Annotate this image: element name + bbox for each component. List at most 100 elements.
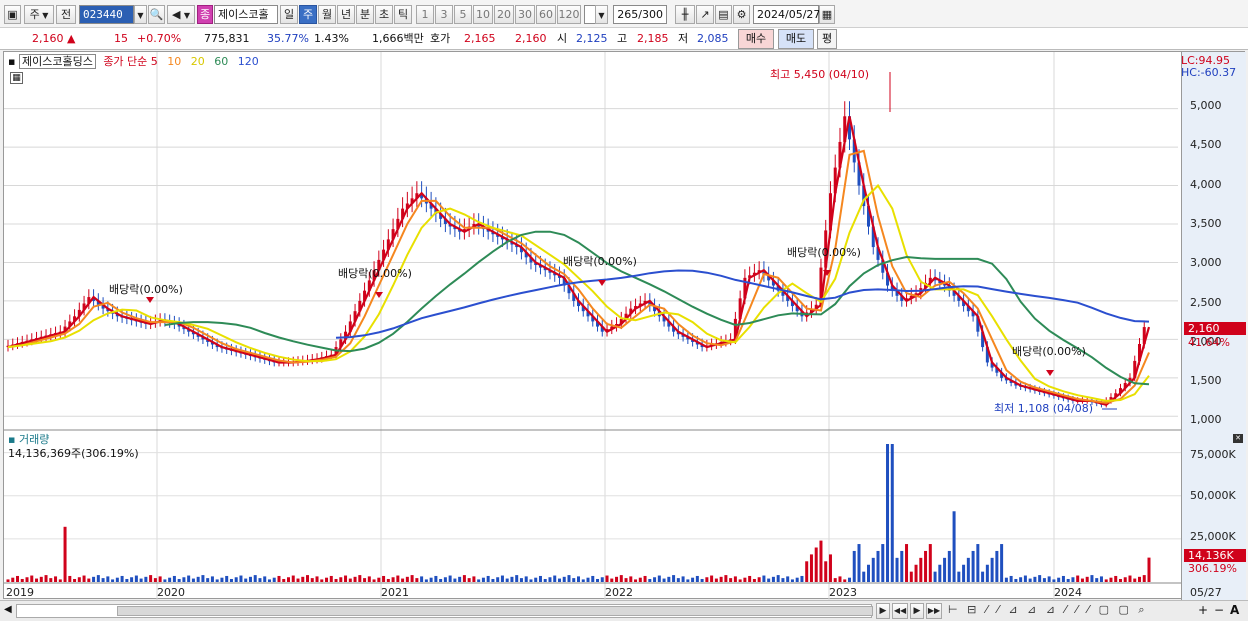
volume-bar	[695, 575, 699, 582]
settings-gear-icon[interactable]: ⚙	[733, 5, 750, 24]
volume-bar	[244, 578, 248, 582]
volume-bar	[234, 577, 238, 582]
volume-bar	[962, 564, 966, 582]
current-volume-tag: 14,136K	[1184, 549, 1246, 562]
interval-20[interactable]: 20	[494, 5, 514, 24]
close-pane-icon[interactable]: ✕	[1233, 434, 1243, 443]
auto-scale-icon[interactable]: A	[1230, 603, 1239, 617]
sound-icon[interactable]: ◀ ▼	[167, 5, 195, 24]
volume-bar	[458, 576, 462, 582]
volume-bar	[562, 576, 566, 582]
volume-bar	[638, 577, 642, 582]
interval-5[interactable]: 5	[454, 5, 472, 24]
volume-bar	[1071, 577, 1075, 582]
interval-dropdown-icon[interactable]: ▼	[595, 5, 608, 24]
interval-10[interactable]: 10	[473, 5, 493, 24]
volume-bar	[220, 577, 224, 582]
volume-bar	[306, 575, 310, 582]
volume-bar	[890, 444, 894, 582]
code-dropdown-icon[interactable]: ▼	[134, 5, 147, 24]
volume-bar	[824, 561, 828, 582]
market-label: 주	[29, 8, 40, 21]
x-tick-end-date: 05/27	[1190, 586, 1222, 599]
stock-name-field[interactable]: 제이스코홀	[214, 5, 278, 24]
play-icon[interactable]: ▶	[876, 603, 890, 619]
volume-bar	[691, 577, 695, 582]
high-label: 고	[617, 32, 628, 45]
market-select[interactable]: 주 ▼	[24, 5, 54, 24]
period-tick[interactable]: 틱	[394, 5, 412, 24]
volume-bar	[795, 577, 799, 582]
volume-bar	[862, 571, 866, 582]
volume-bar	[1095, 578, 1099, 582]
volume-bar	[557, 578, 561, 582]
chart-type-icon[interactable]: ╫	[675, 5, 695, 24]
volume-bar	[296, 578, 300, 582]
volume-value-label: 14,136,369주(306.19%)	[8, 447, 139, 460]
period-second[interactable]: 초	[375, 5, 393, 24]
volume-bar	[286, 577, 290, 582]
stock-chip[interactable]: 종	[197, 5, 213, 24]
volume-bar	[990, 557, 994, 582]
volume-bar	[1137, 576, 1141, 582]
zoom-in-icon[interactable]: +	[1198, 603, 1208, 617]
bar-count-field[interactable]: 265/300	[613, 5, 667, 24]
chart-canvas[interactable]	[4, 52, 1246, 600]
volume-bar	[847, 577, 851, 582]
drawing-tools-icon[interactable]: ⊢ ⊟ ⁄ ⁄ ⊿ ⊿ ⊿ ⁄ ⁄ ⁄ ▢ ▢ ⌕	[948, 603, 1148, 617]
vol-tick-50000: 50,000K	[1190, 489, 1236, 502]
volume-bar	[909, 571, 913, 582]
stock-code-input[interactable]: 023440	[79, 5, 134, 24]
y-tick-4500: 4,500	[1190, 138, 1222, 151]
volume-bar	[914, 564, 918, 582]
period-month[interactable]: 월	[318, 5, 336, 24]
buy-button[interactable]: 매수	[738, 29, 774, 49]
volume-bar	[819, 540, 823, 582]
save-icon[interactable]: ▤	[715, 5, 732, 24]
fast-forward-icon[interactable]: ▶▶	[926, 603, 942, 619]
sell-button[interactable]: 매도	[778, 29, 814, 49]
volume-bar	[439, 578, 443, 582]
evaluate-button[interactable]: 평	[817, 29, 837, 49]
period-year[interactable]: 년	[337, 5, 355, 24]
type-button[interactable]: 전	[56, 5, 76, 24]
chart-area[interactable]: ▪ 제이스코홀딩스 종가 단순 5 10 20 60 120 ▦ LC:94.9…	[3, 51, 1246, 600]
window-menu-icon[interactable]: ▣	[4, 5, 21, 24]
volume-bar	[981, 571, 985, 582]
volume-bar	[1123, 577, 1127, 582]
interval-60[interactable]: 60	[536, 5, 556, 24]
grid-icon[interactable]: ▦	[10, 72, 23, 84]
stock-legend-name[interactable]: 제이스코홀딩스	[18, 54, 96, 69]
volume-bar	[201, 575, 205, 582]
period-week[interactable]: 주	[299, 5, 317, 24]
bid-price: 2,160	[515, 32, 547, 45]
interval-3[interactable]: 3	[435, 5, 453, 24]
volume-bar	[134, 575, 138, 582]
interval-1[interactable]: 1	[416, 5, 434, 24]
interval-30[interactable]: 30	[515, 5, 535, 24]
step-icon[interactable]: ▶	[910, 603, 924, 619]
date-input[interactable]: 2024/05/27	[753, 5, 820, 24]
volume-bar	[719, 576, 723, 582]
scroll-left-icon[interactable]: ◀	[4, 604, 12, 615]
volume-bar	[353, 576, 357, 582]
horizontal-scrollbar[interactable]	[16, 604, 873, 618]
calendar-icon[interactable]: ▦	[819, 5, 835, 24]
low-note: 최저 1,108 (04/08)	[994, 402, 1094, 415]
period-minute[interactable]: 분	[356, 5, 374, 24]
volume-bar	[372, 579, 376, 582]
volume-bar	[1142, 575, 1146, 582]
volume-bar	[943, 557, 947, 582]
dividend-note-2: 배당락(0.00%)	[338, 267, 412, 280]
period-day[interactable]: 일	[280, 5, 298, 24]
draw-tool-icon[interactable]: ↗	[696, 5, 714, 24]
zoom-out-icon[interactable]: −	[1214, 603, 1224, 617]
scroll-thumb[interactable]	[117, 606, 873, 616]
dividend-note-1: 배당락(0.00%)	[109, 283, 183, 296]
rewind-icon[interactable]: ◀◀	[892, 603, 908, 619]
volume-bar	[229, 578, 233, 582]
interval-120[interactable]: 120	[557, 5, 581, 24]
bidask-label: 호가	[430, 32, 451, 45]
search-icon[interactable]: 🔍	[148, 5, 165, 24]
volume-bar	[130, 577, 134, 582]
